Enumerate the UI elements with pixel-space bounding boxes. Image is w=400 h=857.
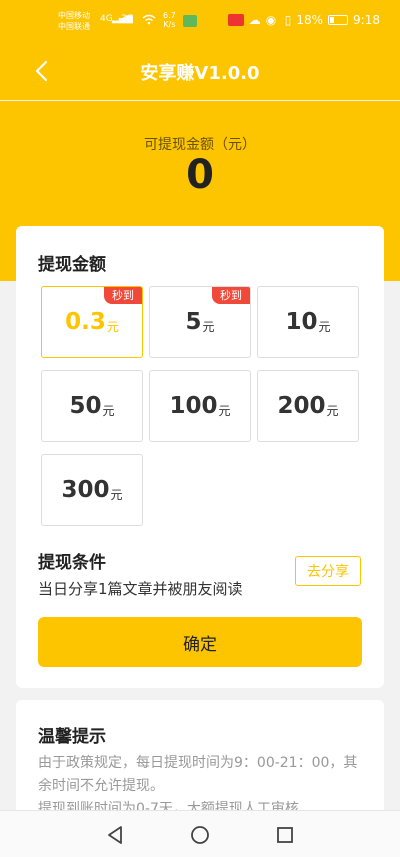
share-button[interactable]: 去分享 (295, 556, 361, 586)
amount-option-200[interactable]: 200 元 (257, 370, 359, 442)
condition-text: 当日分享1篇文章并被朋友阅读 (38, 580, 243, 598)
amount-value: 50 (69, 393, 102, 419)
network-1: 4G (100, 14, 113, 24)
net-speed-unit: K/s (163, 20, 176, 29)
system-nav-bar (0, 810, 400, 857)
triangle-back-icon (108, 826, 122, 844)
confirm-button[interactable]: 确定 (38, 617, 362, 667)
tips-line-1: 由于政策规定，每日提现时间为9：00-21：00，其余时间不允许提现。 (38, 755, 358, 794)
amount-option-0.3[interactable]: 0.3 元 秒到 (41, 286, 143, 358)
amount-unit: 元 (326, 403, 339, 418)
amount-option-50[interactable]: 50 元 (41, 370, 143, 442)
battery-icon (328, 15, 349, 25)
eye-icon: ◉ (265, 13, 277, 27)
withdraw-amount-title: 提现金额 (38, 255, 106, 275)
balance-label: 可提现金额（元） (144, 137, 256, 153)
status-right: ☁ ◉ ▯ 18% 9:18 (227, 13, 380, 27)
amount-value: 5 (185, 309, 202, 335)
instant-badge: 秒到 (104, 287, 142, 304)
amount-option-300[interactable]: 300 元 (41, 454, 143, 526)
notification-icon (227, 14, 244, 26)
amount-value: 0.3 (65, 309, 106, 335)
amount-unit: 元 (102, 403, 115, 418)
square-recents-icon (277, 827, 293, 843)
net-speed-value: 6.7 (163, 11, 176, 20)
wifi-icon (142, 14, 156, 28)
circle-home-icon (191, 826, 209, 844)
amount-option-5[interactable]: 5 元 秒到 (149, 286, 251, 358)
vibrate-icon: ▯ (284, 13, 292, 27)
amount-unit: 元 (202, 319, 215, 334)
tips-title: 温馨提示 (38, 727, 106, 747)
amount-unit: 元 (106, 319, 119, 334)
amount-unit: 元 (318, 319, 331, 334)
carrier-2: 中国联通 (58, 22, 90, 31)
balance-value: 0 (186, 152, 214, 198)
page-title: 安享赚V1.0.0 (140, 63, 260, 84)
app-header: 安享赚V1.0.0 (0, 44, 400, 100)
amount-option-10[interactable]: 10 元 (257, 286, 359, 358)
cloud-icon: ☁ (248, 13, 261, 27)
withdraw-card: 提现金额 0.3 元 秒到 5 元 秒到 10 元 50 元 100 元 200… (16, 226, 384, 688)
net-speed: 6.7 K/s (163, 11, 176, 29)
battery-percent: 18% (296, 13, 324, 27)
nav-home-button[interactable] (188, 823, 212, 847)
amount-unit: 元 (218, 403, 231, 418)
nav-recents-button[interactable] (273, 823, 297, 847)
carrier-1: 中国移动 (58, 11, 90, 20)
status-bar: 中国移动 中国联通 4G ▂▄▆ 3G 6.7 K/s ☁ ◉ ▯ 18% 9:… (0, 0, 400, 44)
amount-value: 300 (61, 477, 110, 503)
network-2: 3G (121, 14, 134, 24)
amount-value: 200 (277, 393, 326, 419)
carrier-info: 中国移动 中国联通 (58, 10, 90, 32)
clock: 9:18 (353, 13, 380, 27)
amount-option-100[interactable]: 100 元 (149, 370, 251, 442)
instant-badge: 秒到 (212, 287, 250, 304)
condition-title: 提现条件 (38, 553, 106, 573)
app-icon (183, 15, 197, 27)
nav-back-button[interactable] (103, 823, 127, 847)
amount-value: 100 (169, 393, 218, 419)
amount-value: 10 (285, 309, 318, 335)
amount-unit: 元 (110, 487, 123, 502)
